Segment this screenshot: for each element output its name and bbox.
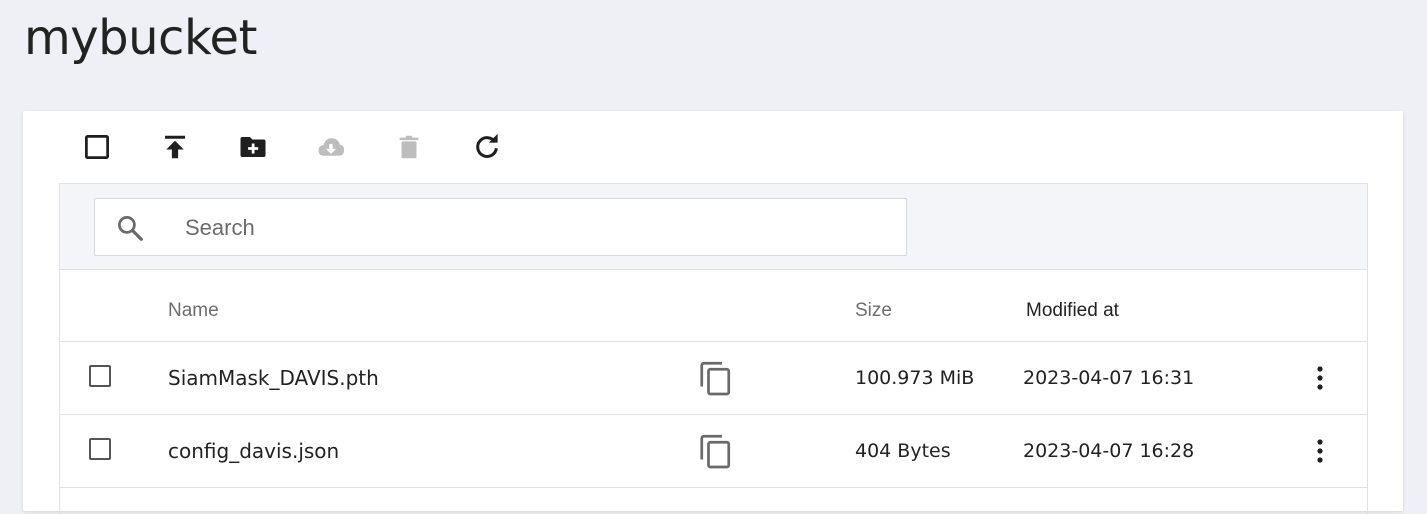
table-row[interactable]: config_davis.json 404 Bytes 2023-04-07 1… [60,415,1367,488]
file-modified: 2023-04-07 16:31 [1023,367,1195,389]
more-vert-icon [1317,366,1323,390]
row-checkbox[interactable] [89,365,111,387]
refresh-icon [476,133,498,158]
upload-icon [165,135,185,159]
more-vert-icon [1317,439,1323,463]
refresh-button[interactable] [469,129,505,165]
delete-button[interactable] [391,129,427,165]
file-size: 100.973 MiB [855,367,975,389]
row-checkbox[interactable] [89,438,111,460]
column-header-modified[interactable]: Modified at [1026,300,1119,322]
column-header-size[interactable]: Size [855,300,892,322]
copy-icon[interactable] [698,434,734,470]
download-button[interactable] [313,129,349,165]
file-modified: 2023-04-07 16:28 [1023,440,1195,462]
file-name[interactable]: SiamMask_DAVIS.pth [168,366,379,390]
copy-icon[interactable] [698,361,734,397]
upload-button[interactable] [157,129,193,165]
column-header-name[interactable]: Name [168,300,219,322]
bucket-browser-card: Name Size Modified at SiamMask_DAVIS.pth… [23,111,1403,514]
new-folder-icon [240,137,266,157]
table-row[interactable]: SiamMask_DAVIS.pth 100.973 MiB 2023-04-0… [60,342,1367,415]
table-header: Name Size Modified at [60,270,1367,342]
file-size: 404 Bytes [855,440,951,462]
search-input[interactable] [183,209,887,247]
search-bar [60,184,1367,270]
page-title: mybucket [24,10,257,66]
checkbox-blank-icon [85,135,109,159]
more-actions-button[interactable] [1304,362,1336,394]
search-box[interactable] [94,198,907,256]
search-icon [118,216,143,241]
more-actions-button[interactable] [1304,435,1336,467]
file-name[interactable]: config_davis.json [168,439,339,463]
new-folder-button[interactable] [235,129,271,165]
toolbar [23,111,1403,183]
select-all-button[interactable] [79,129,115,165]
cloud-download-icon [318,138,345,156]
file-list-panel: Name Size Modified at SiamMask_DAVIS.pth… [59,183,1368,514]
delete-icon [399,135,419,159]
